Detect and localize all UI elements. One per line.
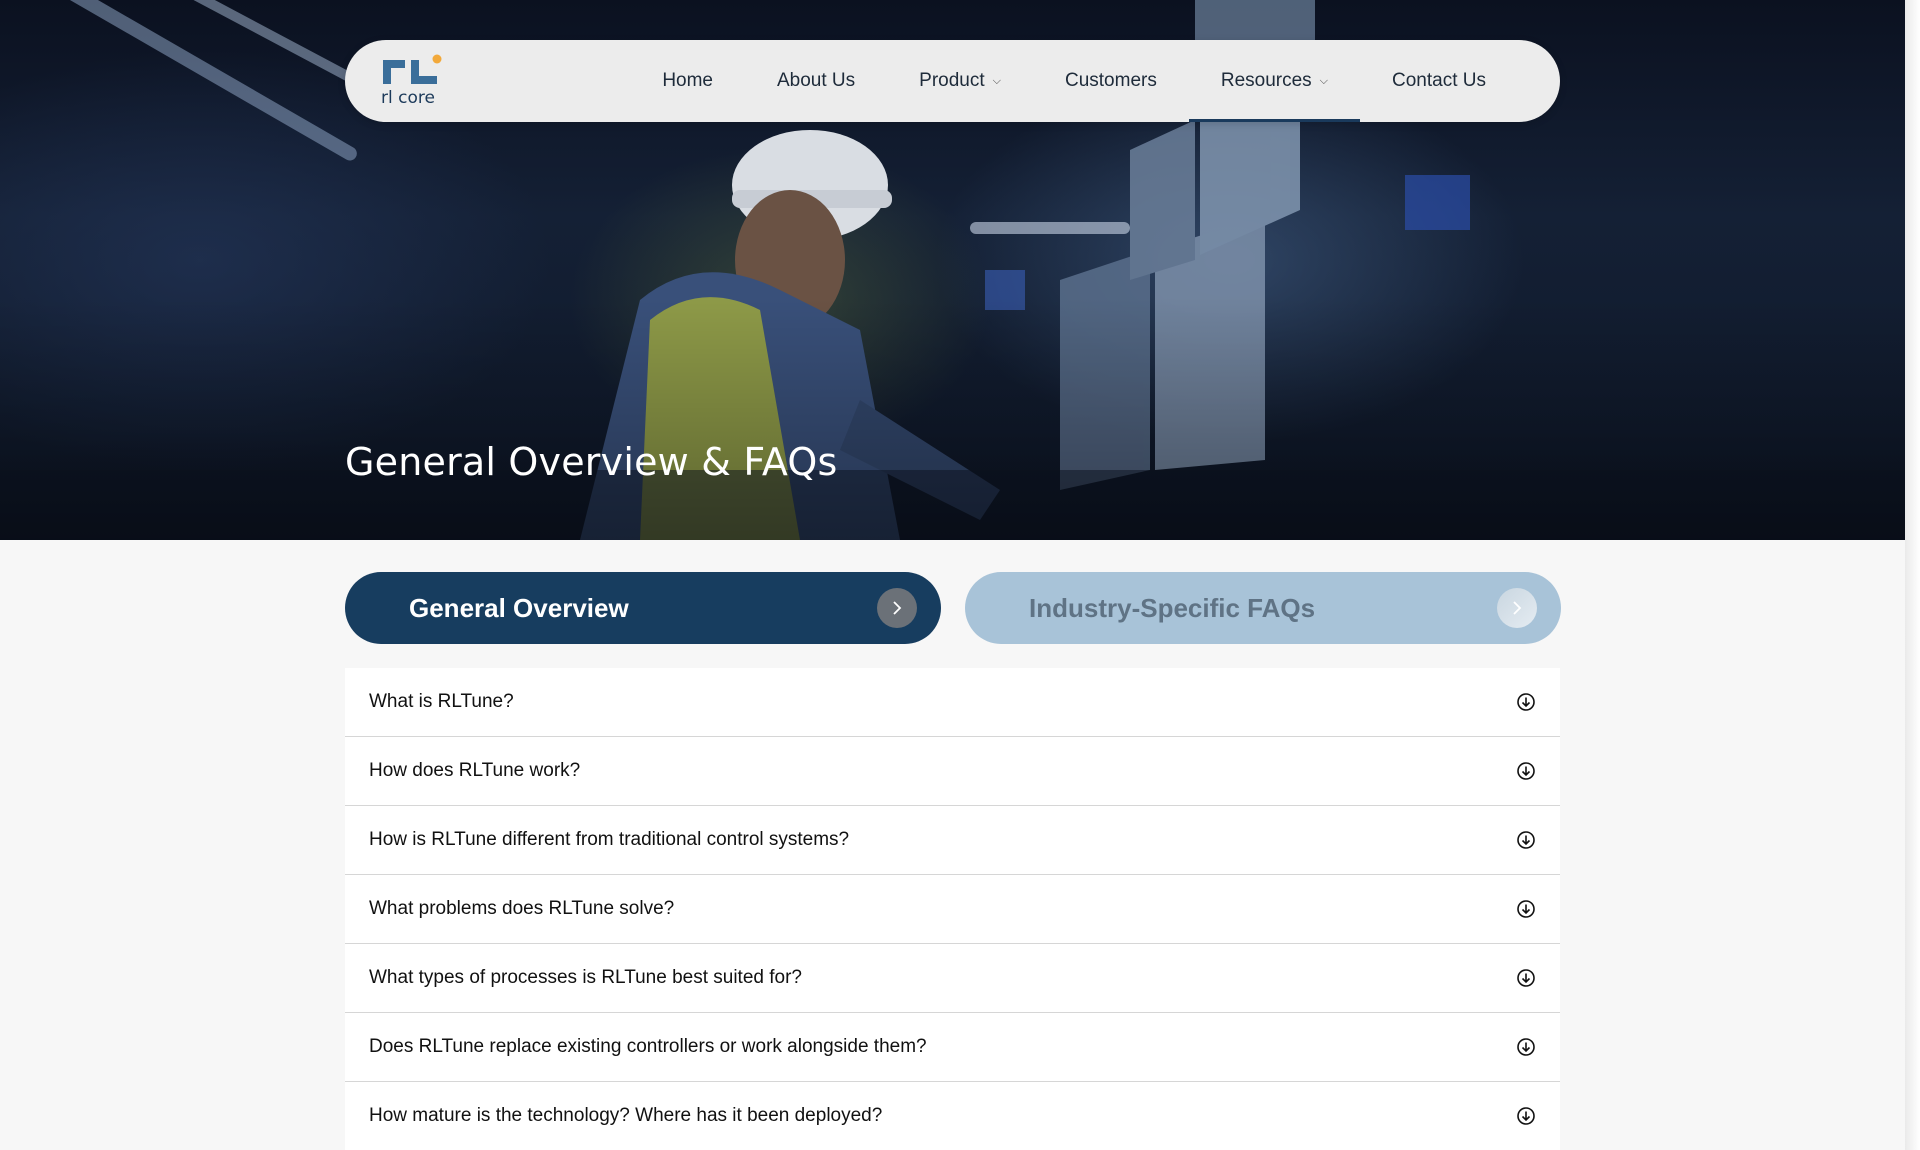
faq-item[interactable]: How does RLTune work? bbox=[345, 737, 1560, 806]
faq-item[interactable]: How mature is the technology? Where has … bbox=[345, 1082, 1560, 1150]
faq-item[interactable]: What types of processes is RLTune best s… bbox=[345, 944, 1560, 1013]
faq-item[interactable]: What problems does RLTune solve? bbox=[345, 875, 1560, 944]
brand-logo[interactable]: rl core bbox=[381, 54, 451, 110]
circle-arrow-down-icon bbox=[1517, 693, 1535, 711]
nav-item-about-us[interactable]: About Us bbox=[745, 40, 887, 122]
logo-text: rl core bbox=[381, 88, 435, 108]
nav-item-label: Product bbox=[919, 70, 985, 91]
nav-item-label: Resources bbox=[1220, 70, 1312, 91]
chevron-down-icon: ⌵ bbox=[992, 74, 1001, 87]
circle-arrow-down-icon bbox=[1517, 1107, 1535, 1125]
circle-arrow-down-icon bbox=[1517, 969, 1535, 987]
nav-item-resources[interactable]: Resources ⌵ bbox=[1188, 40, 1361, 122]
nav-item-customers[interactable]: Customers bbox=[1033, 40, 1189, 122]
scrollbar-track[interactable] bbox=[1905, 0, 1920, 1150]
nav-item-contact-us[interactable]: Contact Us bbox=[1360, 40, 1518, 122]
tab-general-overview[interactable]: General Overview bbox=[345, 572, 941, 644]
nav-item-product[interactable]: Product ⌵ bbox=[887, 40, 1033, 122]
rl-core-logo-icon bbox=[383, 54, 442, 84]
nav-item-home[interactable]: Home bbox=[630, 40, 745, 122]
faq-question: What types of processes is RLTune best s… bbox=[369, 967, 802, 988]
faq-question: How is RLTune different from traditional… bbox=[369, 829, 850, 850]
circle-arrow-down-icon bbox=[1517, 900, 1535, 918]
chevron-right-icon bbox=[1497, 588, 1537, 628]
page-title: General Overview & FAQs bbox=[345, 440, 838, 484]
faq-question: How does RLTune work? bbox=[369, 760, 581, 781]
tab-label: Industry-Specific FAQs bbox=[1029, 592, 1316, 623]
tab-label: General Overview bbox=[409, 592, 629, 623]
nav-item-label: Home bbox=[662, 70, 713, 91]
nav-item-label: Customers bbox=[1064, 70, 1157, 91]
faq-accordion: What is RLTune? How does RLTune work? Ho… bbox=[345, 668, 1560, 1150]
nav-item-label: Contact Us bbox=[1392, 70, 1486, 91]
faq-item[interactable]: How is RLTune different from traditional… bbox=[345, 806, 1560, 875]
chevron-right-icon bbox=[877, 588, 917, 628]
faq-item[interactable]: Does RLTune replace existing controllers… bbox=[345, 1013, 1560, 1082]
nav-links: Home About Us Product ⌵ Customers Resour… bbox=[630, 40, 1518, 122]
faq-question: What is RLTune? bbox=[369, 691, 514, 712]
circle-arrow-down-icon bbox=[1517, 1038, 1535, 1056]
faq-question: What problems does RLTune solve? bbox=[369, 898, 675, 919]
chevron-down-icon: ⌵ bbox=[1319, 74, 1329, 87]
circle-arrow-down-icon bbox=[1517, 762, 1535, 780]
tab-industry-specific-faqs[interactable]: Industry-Specific FAQs bbox=[965, 572, 1561, 644]
circle-arrow-down-icon bbox=[1517, 831, 1535, 849]
faq-question: Does RLTune replace existing controllers… bbox=[369, 1036, 927, 1057]
faq-question: How mature is the technology? Where has … bbox=[369, 1105, 883, 1126]
faq-item[interactable]: What is RLTune? bbox=[345, 668, 1560, 737]
nav-item-label: About Us bbox=[777, 70, 856, 91]
top-navigation: rl core Home About Us Product ⌵ Customer… bbox=[345, 40, 1560, 122]
